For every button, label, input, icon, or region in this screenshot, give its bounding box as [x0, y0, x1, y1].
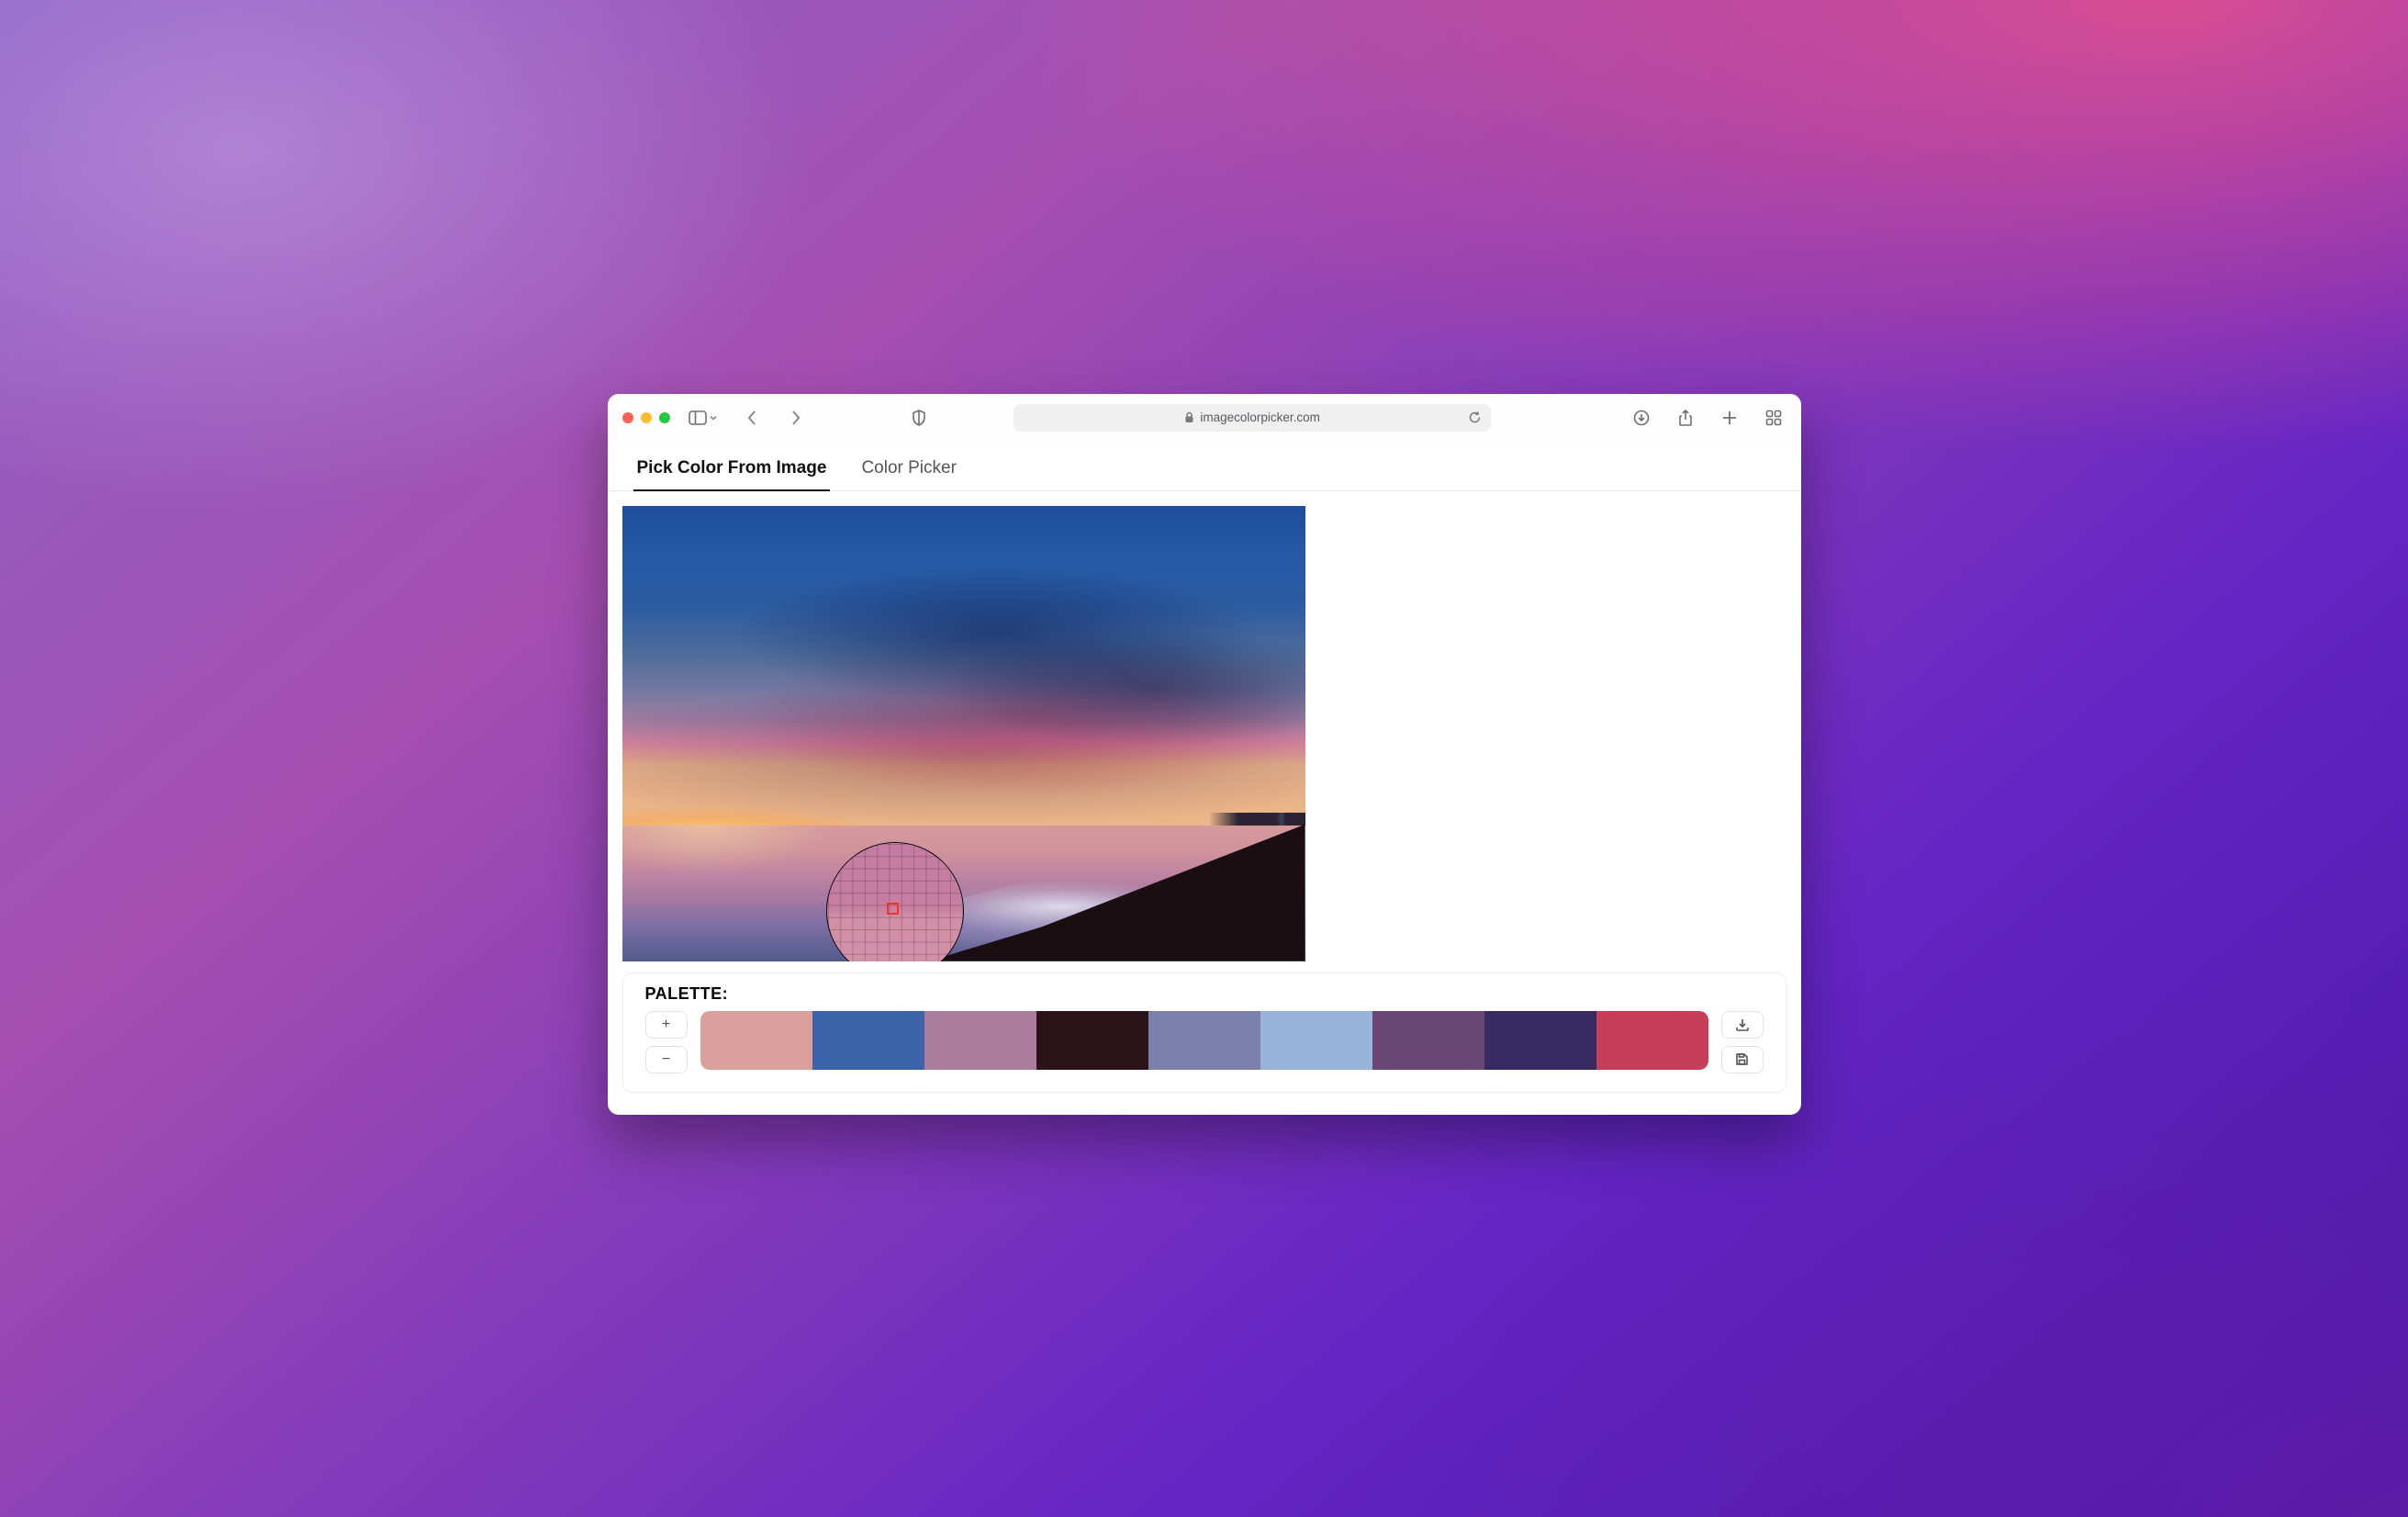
reload-button[interactable] [1468, 410, 1482, 424]
window-controls [622, 412, 670, 423]
palette-save-button[interactable] [1721, 1046, 1764, 1073]
fullscreen-window-button[interactable] [659, 412, 670, 423]
palette-swatch-4[interactable] [1036, 1011, 1148, 1070]
palette-swatch-8[interactable] [1484, 1011, 1596, 1070]
palette-swatch-9[interactable] [1596, 1011, 1708, 1070]
tab-picker[interactable]: Color Picker [857, 453, 959, 491]
download-icon [1735, 1017, 1750, 1032]
page-tabs: Pick Color From Image Color Picker [608, 442, 1801, 491]
palette-swatch-5[interactable] [1148, 1011, 1260, 1070]
tab-pick[interactable]: Pick Color From Image [633, 453, 831, 491]
palette-remove-button[interactable]: − [645, 1046, 688, 1073]
address-text: imagecolorpicker.com [1200, 410, 1320, 424]
palette-add-button[interactable]: + [645, 1011, 688, 1039]
color-loupe[interactable] [826, 842, 964, 961]
tab-overview-button[interactable] [1762, 406, 1786, 430]
palette-swatches [700, 1011, 1708, 1070]
downloads-button[interactable] [1630, 406, 1653, 430]
close-window-button[interactable] [622, 412, 633, 423]
palette-panel: PALETTE: + − [622, 972, 1786, 1093]
palette-swatch-7[interactable] [1372, 1011, 1484, 1070]
palette-title: PALETTE: [645, 984, 1764, 1004]
palette-swatch-1[interactable] [700, 1011, 812, 1070]
minimize-window-button[interactable] [641, 412, 652, 423]
lock-icon [1184, 411, 1194, 423]
address-bar[interactable]: imagecolorpicker.com [1014, 404, 1491, 432]
chevron-down-icon [709, 413, 718, 422]
palette-swatch-6[interactable] [1260, 1011, 1372, 1070]
back-button[interactable] [740, 406, 764, 430]
save-icon [1735, 1052, 1749, 1066]
share-button[interactable] [1674, 406, 1697, 430]
loupe-target-pixel [887, 903, 899, 915]
new-tab-button[interactable] [1718, 406, 1742, 430]
privacy-shield-button[interactable] [907, 406, 931, 430]
palette-swatch-3[interactable] [924, 1011, 1036, 1070]
forward-button[interactable] [784, 406, 808, 430]
sidebar-toggle-button[interactable] [689, 410, 718, 425]
browser-toolbar: imagecolorpicker.com [608, 394, 1801, 442]
page-content: PALETTE: + − [608, 491, 1801, 1115]
palette-download-button[interactable] [1721, 1011, 1764, 1039]
color-pick-image[interactable] [622, 506, 1305, 961]
safari-window: imagecolorpicker.com [608, 394, 1801, 1115]
palette-swatch-2[interactable] [812, 1011, 924, 1070]
